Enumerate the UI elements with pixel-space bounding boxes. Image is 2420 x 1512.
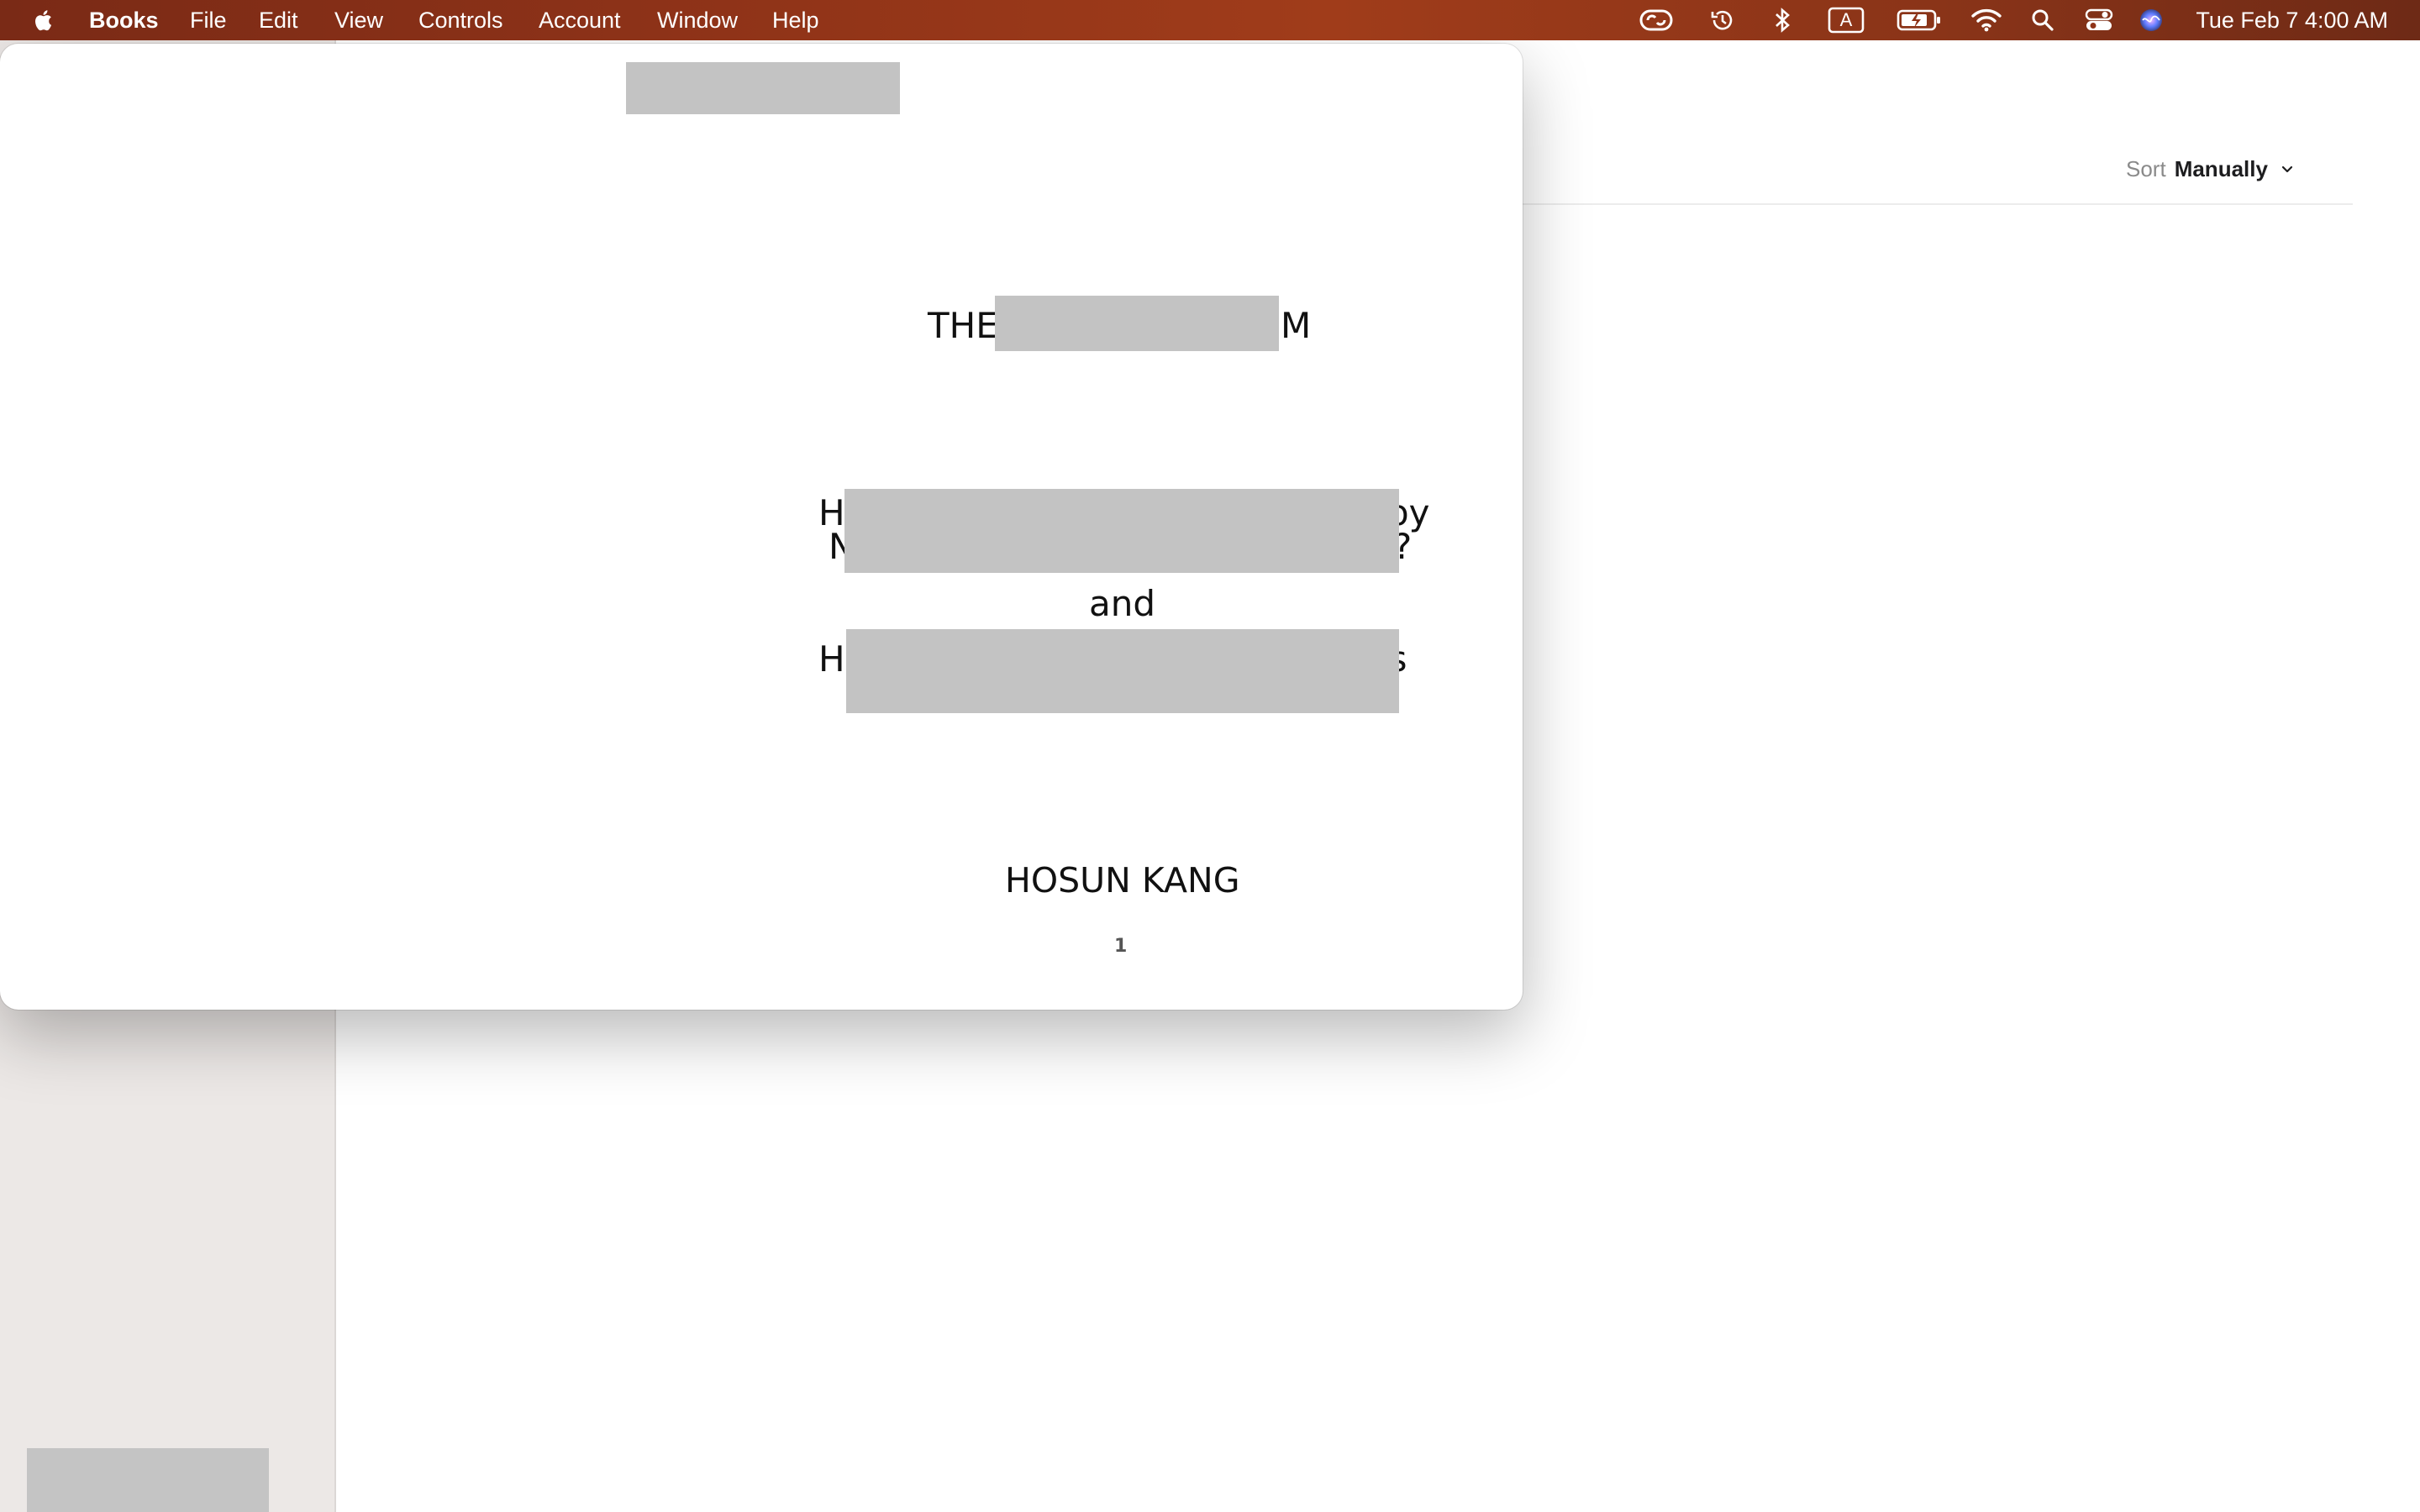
menu-app-books[interactable]: Books bbox=[89, 7, 159, 34]
redacted-block bbox=[846, 629, 1399, 713]
redacted-block bbox=[27, 1448, 269, 1512]
input-source-icon[interactable]: A bbox=[1827, 7, 1865, 34]
menu-window[interactable]: Window bbox=[657, 7, 738, 34]
spotlight-icon[interactable] bbox=[2030, 7, 2055, 34]
siri-icon[interactable] bbox=[2138, 7, 2165, 34]
menu-account[interactable]: Account bbox=[539, 7, 621, 34]
control-center-icon[interactable] bbox=[2084, 7, 2114, 34]
menu-edit[interactable]: Edit bbox=[259, 7, 298, 34]
input-source-letter: A bbox=[1839, 9, 1853, 30]
sort-control[interactable]: Sort Manually bbox=[2126, 154, 2295, 184]
book-author: HOSUN KANG bbox=[1005, 860, 1240, 900]
menu-controls[interactable]: Controls bbox=[418, 7, 503, 34]
sort-value[interactable]: Manually bbox=[2175, 156, 2268, 182]
book-reader-window: THE M H by N ? and H ns HOSUN KANG 1 bbox=[0, 44, 1523, 1010]
apple-logo-icon[interactable] bbox=[29, 5, 59, 35]
battery-icon[interactable] bbox=[1896, 7, 1943, 34]
menu-bar: Books File Edit View Controls Account Wi… bbox=[0, 0, 2420, 40]
menu-view[interactable]: View bbox=[334, 7, 383, 34]
redacted-block bbox=[626, 62, 900, 114]
bluetooth-icon[interactable] bbox=[1770, 7, 1795, 34]
book-title-end: M bbox=[1281, 305, 1312, 346]
menubar-clock[interactable]: Tue Feb 7 4:00 AM bbox=[2196, 7, 2388, 34]
wifi-icon[interactable] bbox=[1970, 7, 2003, 34]
creative-cloud-icon[interactable] bbox=[1639, 7, 1674, 34]
time-machine-icon[interactable] bbox=[1707, 7, 1738, 34]
redacted-block bbox=[844, 489, 1399, 573]
chevron-down-icon[interactable] bbox=[2280, 161, 2295, 176]
library-toolbar-divider bbox=[1521, 203, 2353, 205]
sort-label: Sort bbox=[2126, 155, 2166, 181]
menu-file[interactable]: File bbox=[190, 7, 227, 34]
redacted-block bbox=[995, 296, 1279, 351]
page-number: 1 bbox=[1114, 936, 1128, 957]
book-subtitle-line3-start: H bbox=[818, 638, 845, 680]
book-subtitle-conjunction: and bbox=[1089, 583, 1156, 624]
menu-help[interactable]: Help bbox=[772, 7, 819, 34]
book-title-start: THE bbox=[928, 305, 998, 346]
